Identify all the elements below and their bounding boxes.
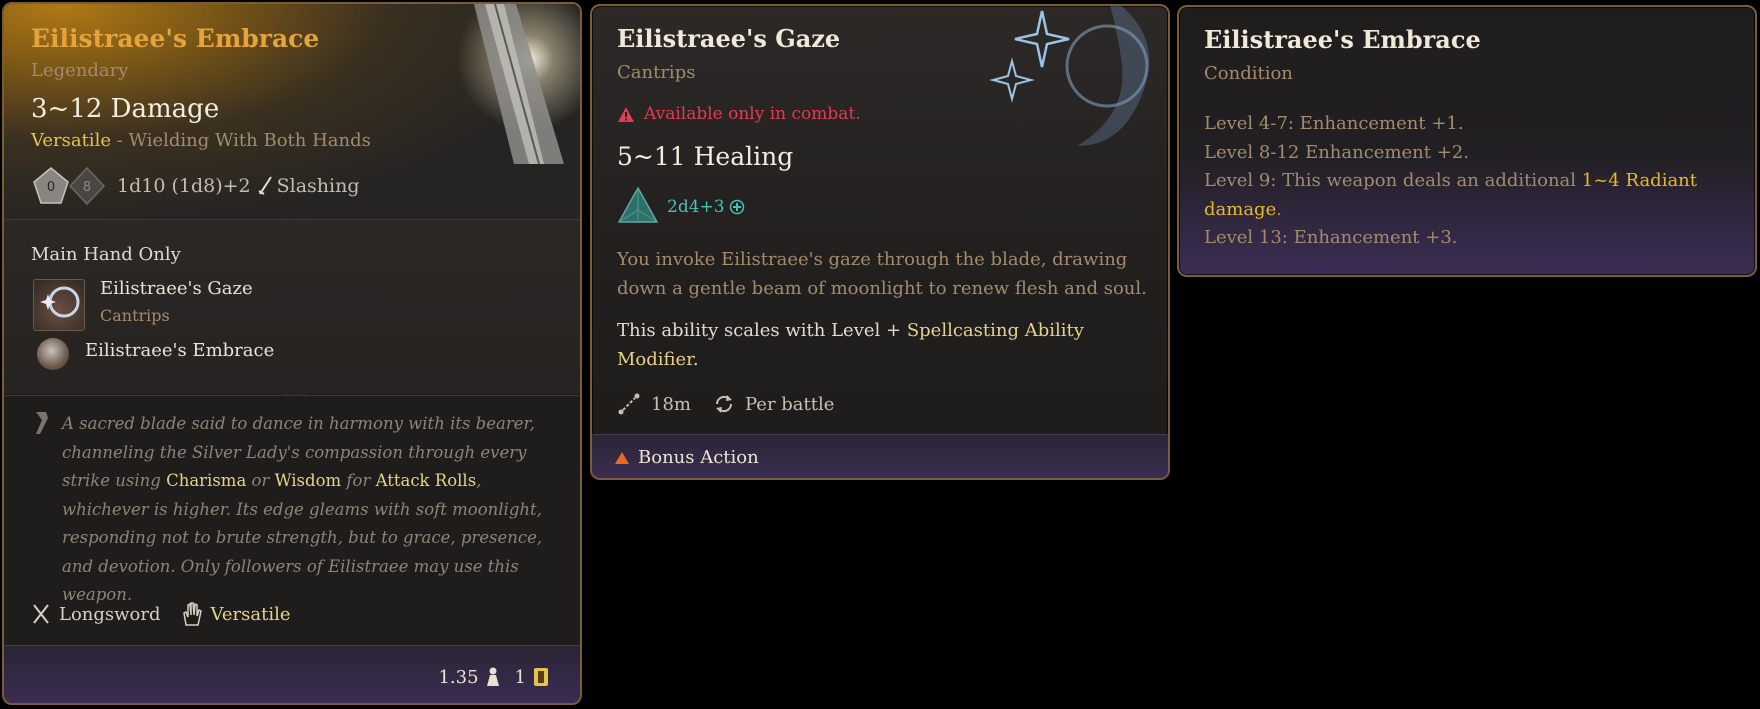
condition-effects: Level 4-7: Enhancement +1. Level 8-12 En… [1204,110,1744,253]
longsword-icon [33,604,49,624]
action-type: Bonus Action [614,447,759,468]
d4-dice-icon [617,186,659,223]
section-title: Main Hand Only [31,244,181,265]
heal-plus-icon [729,199,744,215]
recharge-icon [715,395,732,413]
condition-title: Eilistraee's Embrace [1204,25,1481,54]
damage-range: 3~12 Damage [31,94,220,124]
dice-formula: 2d4+3 [667,197,725,217]
damage-dice-row: 0 8 1d10 (1d8)+2 Slashing [31,166,360,206]
divider [4,219,580,220]
effect-prefix: Level 9: This weapon deals an additional [1204,170,1582,191]
quote-icon [36,412,48,434]
versatile-detail: - Wielding With Both Hands [110,130,371,151]
action-type-label: Bonus Action [638,447,759,468]
lore-keyword-charisma[interactable]: Charisma [166,471,246,490]
recharge-item: Per battle [713,393,834,415]
scaling-suffix: . [692,348,699,370]
lore-part: , whichever is higher. Its edge gleams w… [62,471,543,604]
effect-line: Level 9: This weapon deals an additional… [1204,167,1744,224]
damage-formula: 1d10 (1d8)+2 [117,175,251,197]
d8-value: 8 [83,180,91,195]
weight-icon [486,667,499,686]
weapon-properties: Longsword Versatile [31,601,311,627]
versatile-label[interactable]: Versatile [31,130,111,151]
range-icon [618,393,640,415]
effect-line: Level 4-7: Enhancement +1. [1204,113,1464,134]
divider [4,395,580,396]
property-label: Versatile [210,603,291,625]
spell-tooltip: Eilistraee's Gaze Cantrips Available onl… [590,4,1170,480]
warning-icon [618,106,634,122]
healing-range: 5~11 Healing [617,142,794,171]
spell-description: You invoke Eilistraee's gaze through the… [617,249,1147,299]
spell-title: Eilistraee's Gaze [617,24,841,53]
starburst-icon [989,6,1150,146]
spell-type: Cantrips [617,62,696,83]
lore-keyword-wisdom[interactable]: Wisdom [275,471,342,490]
property-item[interactable]: Versatile [181,601,291,627]
healing-dice-row: 2d4+3 [617,186,753,228]
warning-text: Available only in combat. [644,104,861,124]
weapon-tooltip: Eilistraee's Embrace Legendary 3~12 Dama… [2,2,582,705]
effect-line: Level 13: Enhancement +3. [1204,227,1458,248]
spell-link[interactable]: Eilistraee's Gaze [100,278,253,299]
combat-warning: Available only in combat. [617,104,861,124]
footer-stats: 1.35 1 [438,666,550,688]
scaling-text: This ability scales with Level + Spellca… [617,317,1157,374]
sword-art-icon [474,4,564,164]
proficiency-item[interactable]: Longsword [31,603,161,625]
d10-value: 0 [47,180,55,195]
spell-meta: 18m Per battle [617,392,856,416]
spell-icon[interactable] [33,279,85,331]
effect-line: Level 8-12 Enhancement +2. [1204,141,1469,163]
range-value: 18m [651,393,691,415]
condition-type: Condition [1204,63,1293,84]
condition-icon[interactable] [37,338,69,370]
recharge-value: Per battle [744,393,835,415]
gold-icon [534,668,548,686]
hand-icon [182,602,202,626]
condition-tooltip: Eilistraee's Embrace Condition Level 4-7… [1177,5,1757,277]
item-rarity: Legendary [31,60,129,81]
damage-type: Slashing [276,175,360,197]
spell-type: Cantrips [100,306,170,325]
condition-link[interactable]: Eilistraee's Embrace [85,340,274,361]
scaling-prefix: This ability scales with Level + [617,320,907,341]
item-title: Eilistraee's Embrace [31,24,320,53]
lore-text: A sacred blade said to dance in harmony … [62,410,562,610]
weight-value: 1.35 [438,666,479,688]
versatile-line: Versatile - Wielding With Both Hands [31,130,371,151]
sword-icon [258,176,272,195]
bonus-action-icon [615,451,629,464]
effect-suffix: . [1276,198,1282,220]
gold-value: 1 [514,666,526,688]
d8-dice-icon: 8 [68,166,106,206]
proficiency-label: Longsword [59,603,161,625]
d10-dice-icon: 0 [33,167,69,204]
lore-part: for [341,471,376,490]
range-item: 18m [617,392,691,416]
lore-part: or [246,471,275,490]
lore-keyword-attack-rolls[interactable]: Attack Rolls [376,471,477,490]
